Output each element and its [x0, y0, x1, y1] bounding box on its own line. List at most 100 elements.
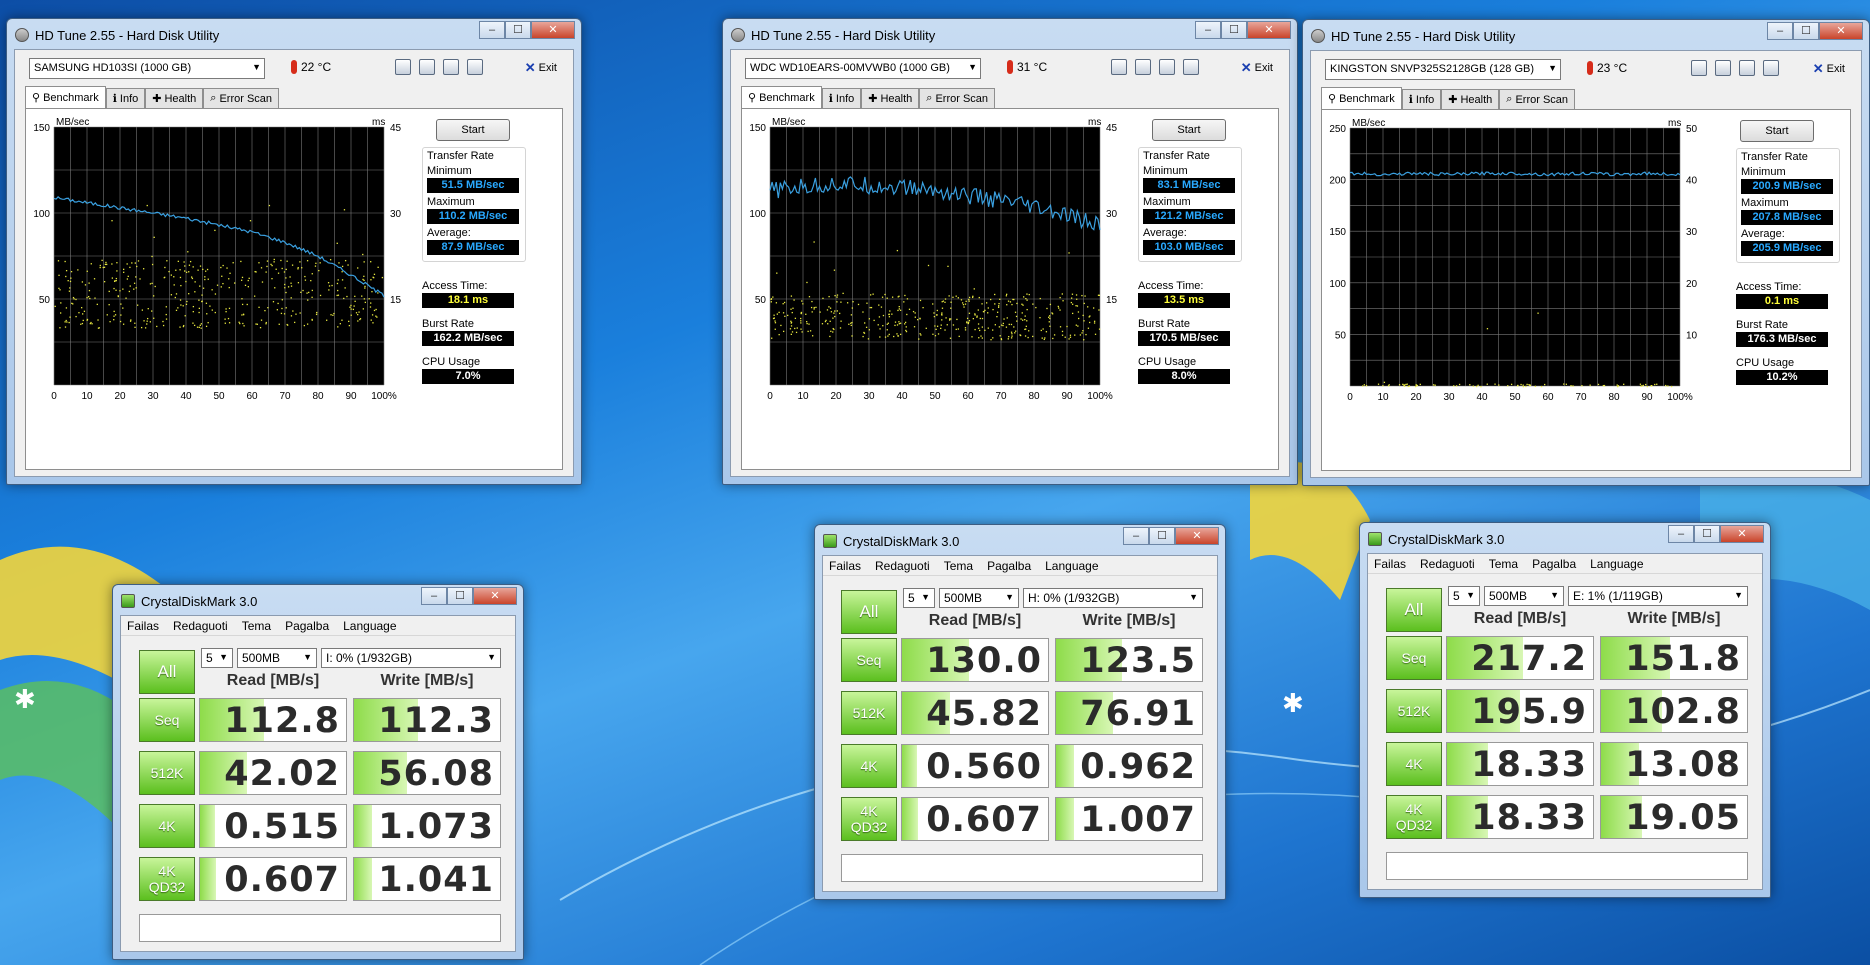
tab-health[interactable]: ✚ Health: [861, 88, 920, 108]
drive-select[interactable]: H: 0% (1/932GB) ▼: [1023, 588, 1203, 608]
menu-language[interactable]: Language: [343, 619, 396, 633]
drive-select[interactable]: KINGSTON SNVP325S2128GB (128 GB) ▼: [1325, 59, 1561, 80]
menu-theme[interactable]: Tema: [944, 559, 973, 573]
tab-info[interactable]: ℹ Info: [821, 88, 862, 108]
exit-button[interactable]: ✕ Exit: [525, 60, 557, 76]
test-button-4k[interactable]: 4K: [841, 744, 897, 788]
test-size-select[interactable]: 500MB ▼: [1484, 586, 1564, 606]
test-button-4k-qd32[interactable]: 4K QD32: [841, 797, 897, 841]
test-count-select[interactable]: 5 ▼: [201, 648, 233, 668]
minimize-button[interactable]: –: [479, 21, 505, 39]
maximize-button[interactable]: ☐: [1793, 22, 1819, 40]
all-button[interactable]: All: [841, 590, 897, 634]
all-button[interactable]: All: [139, 650, 195, 694]
drive-select[interactable]: SAMSUNG HD103SI (1000 GB) ▼: [29, 58, 265, 79]
test-button-512k[interactable]: 512K: [841, 691, 897, 735]
menu-help[interactable]: Pagalba: [1532, 557, 1576, 571]
tab-error-scan[interactable]: ⌕ Error Scan: [1499, 89, 1576, 109]
copy-text-icon[interactable]: [1715, 60, 1731, 76]
maximize-button[interactable]: ☐: [447, 587, 473, 605]
copy-text-icon[interactable]: [1135, 59, 1151, 75]
drive-select[interactable]: I: 0% (1/932GB) ▼: [321, 648, 501, 668]
menu-theme[interactable]: Tema: [1489, 557, 1518, 571]
test-button-4k[interactable]: 4K: [139, 804, 195, 848]
maximize-button[interactable]: ☐: [1221, 21, 1247, 39]
test-button-512k[interactable]: 512K: [1386, 689, 1442, 733]
copy-text-icon[interactable]: [419, 59, 435, 75]
menu-help[interactable]: Pagalba: [987, 559, 1031, 573]
menu-file[interactable]: Failas: [829, 559, 861, 573]
tab-error-scan[interactable]: ⌕ Error Scan: [919, 88, 996, 108]
crystaldiskmark-window-2[interactable]: CrystalDiskMark 3.0 – ☐ ✕ Failas Redaguoti Tem…: [814, 524, 1226, 900]
menu-help[interactable]: Pagalba: [285, 619, 329, 633]
minimize-button[interactable]: –: [421, 587, 447, 605]
test-button-seq[interactable]: Seq: [841, 638, 897, 682]
comment-field[interactable]: [1386, 852, 1748, 880]
minimize-button[interactable]: –: [1123, 527, 1149, 545]
close-button[interactable]: ✕: [473, 587, 517, 605]
maximize-button[interactable]: ☐: [505, 21, 531, 39]
start-button[interactable]: Start: [436, 119, 510, 141]
options-icon[interactable]: [467, 59, 483, 75]
exit-button[interactable]: ✕ Exit: [1241, 60, 1273, 76]
minimize-button[interactable]: –: [1767, 22, 1793, 40]
minimize-button[interactable]: –: [1195, 21, 1221, 39]
copy-info-icon[interactable]: [395, 59, 411, 75]
minimize-button[interactable]: –: [1668, 525, 1694, 543]
menu-edit[interactable]: Redaguoti: [1420, 557, 1475, 571]
access-point: [774, 328, 776, 330]
options-icon[interactable]: [1183, 59, 1199, 75]
menu-edit[interactable]: Redaguoti: [173, 619, 228, 633]
hdtune-window-3[interactable]: HD Tune 2.55 - Hard Disk Utility – ☐ ✕ KINGS…: [1302, 19, 1870, 486]
test-count-select[interactable]: 5 ▼: [1448, 586, 1480, 606]
tab-health[interactable]: ✚ Health: [1441, 89, 1500, 109]
exit-button[interactable]: ✕ Exit: [1813, 61, 1845, 77]
test-button-4k-qd32[interactable]: 4K QD32: [1386, 795, 1442, 839]
menu-language[interactable]: Language: [1045, 559, 1098, 573]
tab-error-scan[interactable]: ⌕ Error Scan: [203, 88, 280, 108]
options-icon[interactable]: [1763, 60, 1779, 76]
test-button-seq[interactable]: Seq: [1386, 636, 1442, 680]
menu-language[interactable]: Language: [1590, 557, 1643, 571]
test-button-512k[interactable]: 512K: [139, 751, 195, 795]
test-count-select[interactable]: 5 ▼: [903, 588, 935, 608]
drive-select[interactable]: WDC WD10EARS-00MVWB0 (1000 GB) ▼: [745, 58, 981, 79]
crystaldiskmark-window-3[interactable]: CrystalDiskMark 3.0 – ☐ ✕ Failas Redaguoti Tem…: [1359, 522, 1771, 898]
tab-benchmark[interactable]: ⚲ Benchmark: [25, 86, 106, 108]
test-size-select[interactable]: 500MB ▼: [939, 588, 1019, 608]
start-button[interactable]: Start: [1152, 119, 1226, 141]
close-button[interactable]: ✕: [1819, 22, 1863, 40]
drive-select[interactable]: E: 1% (1/119GB) ▼: [1568, 586, 1748, 606]
tab-health[interactable]: ✚ Health: [145, 88, 204, 108]
copy-info-icon[interactable]: [1111, 59, 1127, 75]
test-button-4k-qd32[interactable]: 4K QD32: [139, 857, 195, 901]
menu-theme[interactable]: Tema: [242, 619, 271, 633]
comment-field[interactable]: [841, 854, 1203, 882]
menu-file[interactable]: Failas: [1374, 557, 1406, 571]
close-button[interactable]: ✕: [531, 21, 575, 39]
crystaldiskmark-window-1[interactable]: CrystalDiskMark 3.0 – ☐ ✕ Failas Redaguoti Tem…: [112, 584, 524, 960]
maximize-button[interactable]: ☐: [1149, 527, 1175, 545]
close-button[interactable]: ✕: [1720, 525, 1764, 543]
save-icon[interactable]: [1739, 60, 1755, 76]
all-button[interactable]: All: [1386, 588, 1442, 632]
test-size-select[interactable]: 500MB ▼: [237, 648, 317, 668]
copy-info-icon[interactable]: [1691, 60, 1707, 76]
start-button[interactable]: Start: [1740, 120, 1814, 142]
menu-edit[interactable]: Redaguoti: [875, 559, 930, 573]
save-icon[interactable]: [1159, 59, 1175, 75]
maximize-button[interactable]: ☐: [1694, 525, 1720, 543]
hdtune-window-1[interactable]: HD Tune 2.55 - Hard Disk Utility – ☐ ✕ SAMSU…: [6, 18, 582, 485]
test-button-4k[interactable]: 4K: [1386, 742, 1442, 786]
test-button-seq[interactable]: Seq: [139, 698, 195, 742]
hdtune-window-2[interactable]: HD Tune 2.55 - Hard Disk Utility – ☐ ✕ WDC W…: [722, 18, 1298, 485]
tab-benchmark[interactable]: ⚲ Benchmark: [1321, 87, 1402, 109]
comment-field[interactable]: [139, 914, 501, 942]
close-button[interactable]: ✕: [1247, 21, 1291, 39]
tab-info[interactable]: ℹ Info: [105, 88, 146, 108]
close-button[interactable]: ✕: [1175, 527, 1219, 545]
tab-benchmark[interactable]: ⚲ Benchmark: [741, 86, 822, 108]
save-icon[interactable]: [443, 59, 459, 75]
tab-info[interactable]: ℹ Info: [1401, 89, 1442, 109]
menu-file[interactable]: Failas: [127, 619, 159, 633]
